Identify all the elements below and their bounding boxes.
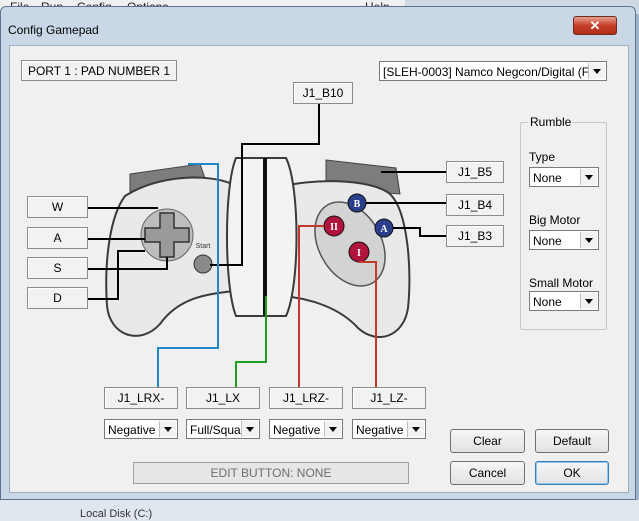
close-button[interactable]: ✕	[573, 16, 617, 35]
chevron-down-icon[interactable]	[241, 421, 258, 437]
rumble-group-title: Rumble	[528, 115, 574, 129]
start-label: Start	[196, 243, 211, 250]
config-gamepad-dialog: Config Gamepad ✕ Start B A II I PORT 1:…	[0, 6, 636, 500]
axis-lz-mode-value: Negative	[356, 423, 404, 437]
axis-lx-mode-select[interactable]: Full/Square	[186, 419, 260, 439]
chevron-down-icon[interactable]	[159, 421, 176, 437]
rumble-type-value: None	[533, 171, 562, 185]
background-taskbar-item[interactable]: Local Disk (C:)	[80, 508, 152, 520]
chevron-down-icon[interactable]	[580, 293, 597, 309]
axis-lrx-mode-value: Negative	[108, 423, 156, 437]
big-motor-value: None	[533, 234, 562, 248]
port-label: PORT 1 : PAD NUMBER 1	[21, 60, 177, 81]
small-motor-label: Small Motor	[529, 276, 594, 290]
twist-right-half	[263, 157, 298, 317]
clear-button[interactable]: Clear	[450, 429, 525, 453]
chevron-down-icon[interactable]	[580, 232, 597, 248]
axis-lrz-mode-value: Negative	[273, 423, 321, 437]
chevron-down-icon[interactable]	[588, 63, 605, 79]
close-icon: ✕	[589, 18, 601, 33]
button-ii-glyph: II	[330, 222, 338, 233]
mapping-key-a[interactable]: A	[27, 227, 88, 249]
mapping-b5[interactable]: J1_B5	[446, 161, 504, 183]
axis-lrz-label[interactable]: J1_LRZ-	[269, 387, 343, 409]
background-taskbar: Local Disk (C:)	[0, 500, 639, 521]
cancel-button[interactable]: Cancel	[450, 461, 525, 485]
big-motor-label: Big Motor	[529, 213, 581, 227]
chevron-down-icon[interactable]	[324, 421, 341, 437]
edit-button-status: EDIT BUTTON: NONE	[133, 462, 409, 484]
small-motor-value: None	[533, 295, 562, 309]
small-motor-select[interactable]: None	[529, 291, 599, 311]
mapping-key-s[interactable]: S	[27, 257, 88, 279]
button-b-glyph: B	[354, 199, 361, 210]
axis-lz-label[interactable]: J1_LZ-	[352, 387, 426, 409]
chevron-down-icon[interactable]	[407, 421, 424, 437]
mapping-b3[interactable]: J1_B3	[446, 225, 504, 247]
dialog-client-area: Start B A II I PORT 1: PAD NUMBER 1 [SL…	[9, 45, 629, 493]
mapping-key-d[interactable]: D	[27, 287, 88, 309]
mapping-b4[interactable]: J1_B4	[446, 194, 504, 216]
mapping-b10[interactable]: J1_B10	[293, 82, 353, 104]
default-button[interactable]: Default	[535, 429, 609, 453]
twist-left-half	[226, 157, 267, 317]
button-a-glyph: A	[380, 224, 388, 235]
title-bar[interactable]: Config Gamepad ✕	[1, 7, 635, 39]
axis-lz-mode-select[interactable]: Negative	[352, 419, 426, 439]
chevron-down-icon[interactable]	[580, 169, 597, 185]
axis-lrz-mode-select[interactable]: Negative	[269, 419, 343, 439]
device-select[interactable]: [SLEH-0003] Namco Negcon/Digital (F5)	[379, 61, 607, 81]
rumble-type-label: Type	[529, 150, 556, 164]
ok-button[interactable]: OK	[535, 461, 609, 485]
button-i-glyph: I	[357, 248, 361, 259]
big-motor-select[interactable]: None	[529, 230, 599, 250]
axis-lx-mode-value: Full/Square	[190, 423, 242, 437]
start-button[interactable]	[193, 254, 213, 274]
device-select-value: [SLEH-0003] Namco Negcon/Digital (F5)	[383, 65, 600, 79]
axis-lx-label[interactable]: J1_LX	[186, 387, 260, 409]
window-title: Config Gamepad	[8, 23, 99, 37]
mapping-key-w[interactable]: W	[27, 196, 88, 218]
rumble-type-select[interactable]: None	[529, 167, 599, 187]
axis-lrx-label[interactable]: J1_LRX-	[104, 387, 178, 409]
axis-lrx-mode-select[interactable]: Negative	[104, 419, 178, 439]
